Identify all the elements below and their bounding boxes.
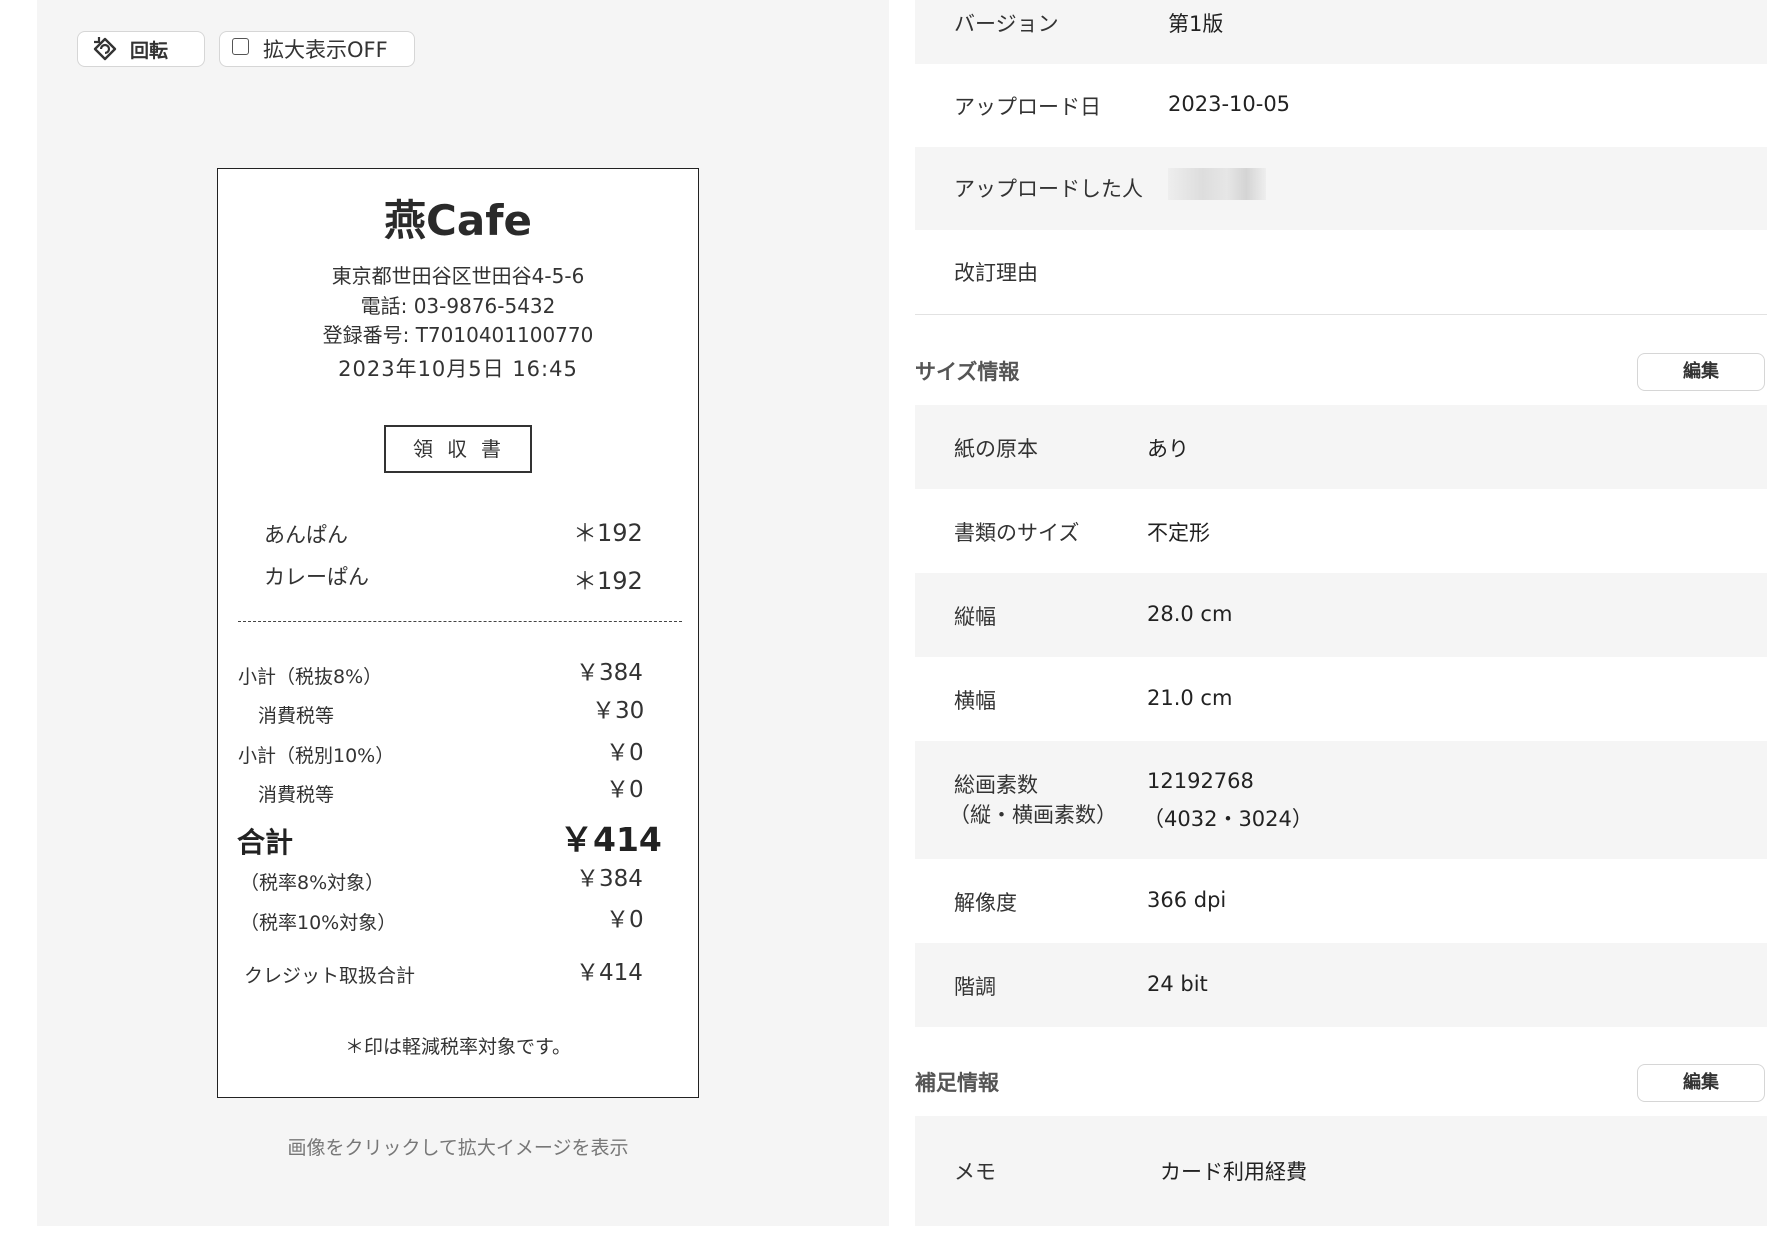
item-price: ＊192 [573,519,643,547]
info-panel: バージョン 第1版 アップロード日 2023-10-05 アップロードした人 改… [915,0,1767,1226]
subtotal-8-value: ￥384 [576,660,643,686]
upload-date-row: アップロード日 2023-10-05 [915,64,1767,147]
total-pixels-value: 12192768 [1147,769,1254,793]
resolution-row: 解像度 366 dpi [915,859,1767,943]
zoom-label: 拡大表示OFF [263,38,388,62]
pixel-dimensions-label: （縦・横画素数） [949,803,1117,827]
width-row: 横幅 21.0 cm [915,657,1767,741]
version-row: バージョン 第1版 [915,0,1767,64]
width-value: 21.0 cm [1147,686,1233,710]
size-info-edit-button[interactable]: 編集 [1637,353,1765,391]
store-address: 東京都世田谷区世田谷4-5-6 [331,264,585,288]
target-10-value: ￥0 [606,907,644,933]
version-label: バージョン [954,12,1059,36]
pixel-dimensions-value: （4032・3024） [1143,807,1313,831]
uploader-label: アップロードした人 [954,177,1143,201]
width-label: 横幅 [954,689,996,713]
item-price: ＊192 [573,567,643,595]
tax-8-label: 消費税等 [258,705,335,727]
tax-10-label: 消費税等 [258,784,335,806]
section-divider [915,314,1767,315]
paper-original-value: あり [1147,437,1189,461]
height-row: 縦幅 28.0 cm [915,573,1767,657]
preview-caption: 画像をクリックして拡大イメージを表示 [287,1137,629,1159]
gradation-label: 階調 [954,975,996,999]
subtotal-10-label: 小計（税別10%） [238,745,395,767]
size-info-title: サイズ情報 [915,360,1020,384]
version-value: 第1版 [1168,12,1224,36]
revision-reason-row: 改訂理由 [915,230,1767,313]
memo-label: メモ [954,1160,996,1184]
total-pixels-row: 総画素数 （縦・横画素数） 12192768 （4032・3024） [915,741,1767,859]
tax-10-value: ￥0 [606,777,644,803]
height-value: 28.0 cm [1147,602,1233,626]
height-label: 縦幅 [954,605,996,629]
store-name: 燕Cafe [384,196,532,245]
gradation-row: 階調 24 bit [915,943,1767,1027]
receipt-datetime: 2023年10月5日 16:45 [338,357,578,381]
subtotal-10-value: ￥0 [606,740,644,766]
memo-value: カード利用経費 [1160,1160,1307,1184]
paper-original-row: 紙の原本 あり [915,405,1767,489]
registration-number: 登録番号: T7010401100770 [322,323,594,347]
doc-size-label: 書類のサイズ [954,521,1080,545]
supplement-info-title: 補足情報 [915,1071,999,1095]
subtotal-8-label: 小計（税抜8%） [238,666,383,688]
uploader-name-redacted [1168,168,1266,200]
upload-date-label: アップロード日 [954,95,1101,119]
resolution-value: 366 dpi [1147,888,1227,912]
target-8-label: （税率8%対象） [240,872,385,894]
zoom-checkbox[interactable] [232,37,249,55]
target-8-value: ￥384 [576,866,643,892]
rotate-button[interactable]: 回転 [77,31,205,67]
zoom-toggle[interactable]: 拡大表示OFF [219,31,415,67]
doc-size-row: 書類のサイズ 不定形 [915,489,1767,573]
doc-size-value: 不定形 [1147,521,1210,545]
total-pixels-label: 総画素数 [954,773,1038,797]
total-label: 合計 [237,826,294,859]
total-value: ￥414 [560,820,662,859]
uploader-row: アップロードした人 [915,147,1767,230]
upload-date-value: 2023-10-05 [1168,92,1291,116]
item-name: カレーぱん [264,565,369,589]
rotate-label: 回転 [130,39,169,62]
store-phone: 電話: 03-9876-5432 [360,294,556,318]
receipt-title: 領収書 [384,425,532,473]
dashed-divider [238,621,682,622]
target-10-label: （税率10%対象） [240,912,397,934]
memo-row: メモ カード利用経費 [915,1116,1767,1226]
supplement-info-edit-button[interactable]: 編集 [1637,1064,1765,1102]
receipt-image[interactable]: 燕Cafe 東京都世田谷区世田谷4-5-6 電話: 03-9876-5432 登… [217,168,699,1098]
rotate-icon [93,37,117,61]
credit-label: クレジット取扱合計 [244,965,416,987]
credit-value: ￥414 [576,960,643,986]
paper-original-label: 紙の原本 [954,437,1038,461]
gradation-value: 24 bit [1147,972,1208,996]
item-name: あんぱん [264,523,348,547]
receipt-footnote: ＊印は軽減税率対象です。 [344,1036,572,1058]
tax-8-value: ￥30 [592,698,645,724]
revision-reason-label: 改訂理由 [954,261,1038,285]
preview-panel: 回転 拡大表示OFF 燕Cafe 東京都世田谷区世田谷4-5-6 電話: 03-… [37,0,889,1226]
resolution-label: 解像度 [954,891,1017,915]
